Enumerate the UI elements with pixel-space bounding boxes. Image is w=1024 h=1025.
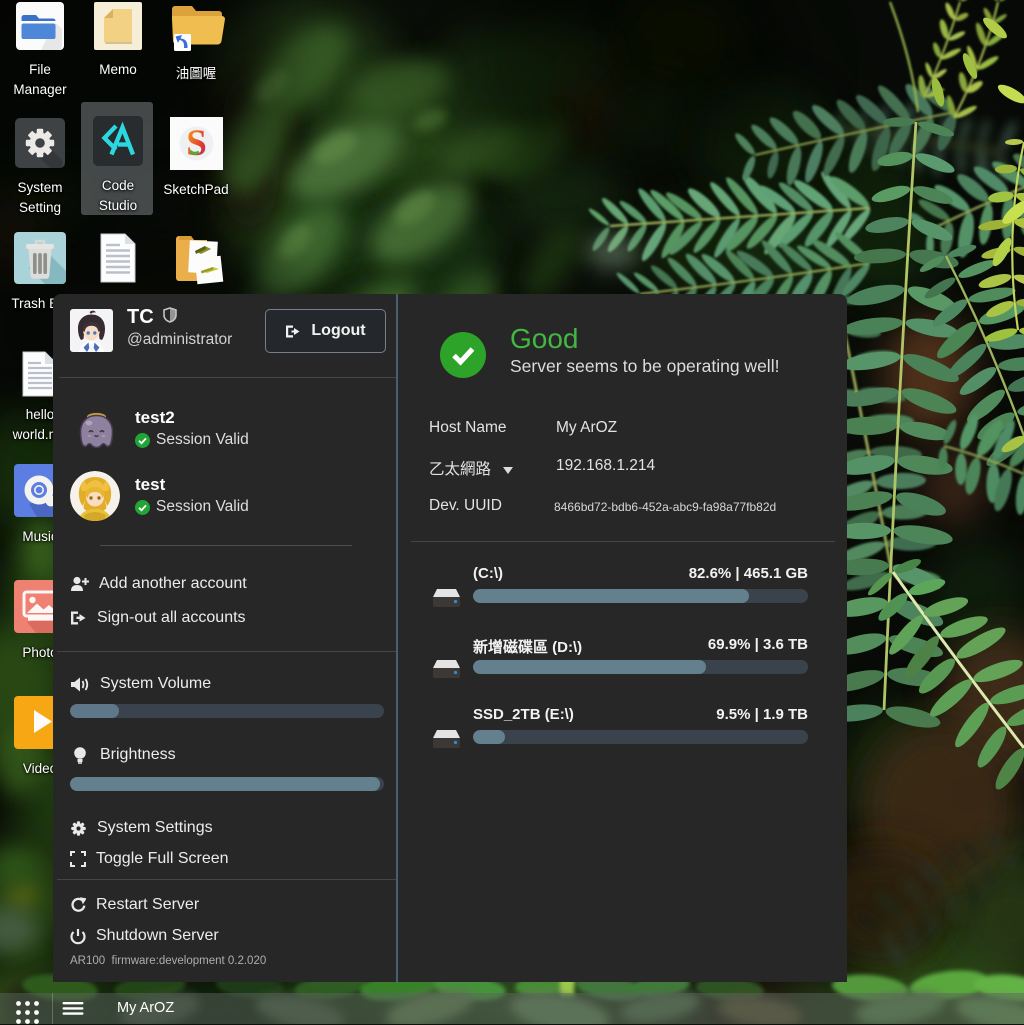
svg-text:S: S <box>186 123 207 164</box>
